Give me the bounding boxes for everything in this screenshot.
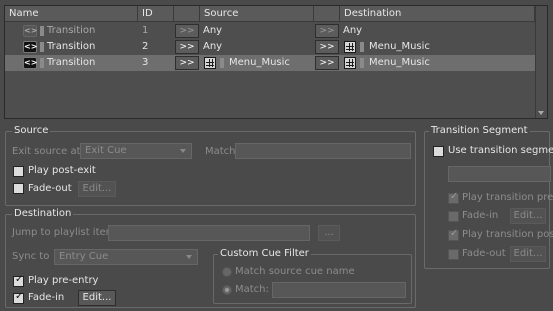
exit-source-label: Exit source at bbox=[12, 146, 81, 157]
transition-icon: <> bbox=[23, 57, 38, 69]
destination-select-button[interactable]: >> bbox=[315, 24, 339, 38]
sync-to-label: Sync to bbox=[12, 251, 50, 262]
music-segment-icon bbox=[344, 41, 356, 53]
jump-to-playlist-label: Jump to playlist item bbox=[12, 227, 116, 238]
row-source: Menu_Music bbox=[229, 57, 290, 68]
destination-group-title: Destination bbox=[12, 208, 74, 220]
scroll-down-icon[interactable] bbox=[538, 111, 544, 115]
row-source: Any bbox=[203, 25, 223, 36]
row-source: Any bbox=[203, 41, 223, 52]
play-transition-pre-entry-checkbox[interactable] bbox=[448, 191, 459, 204]
source-group-title: Source bbox=[12, 125, 51, 137]
row-name: Transition bbox=[47, 57, 96, 68]
fade-out-label: Fade-out bbox=[28, 183, 72, 194]
segment-fade-in-edit-button[interactable]: Edit... bbox=[510, 208, 546, 224]
browse-playlist-button[interactable]: ... bbox=[318, 225, 340, 241]
table-row[interactable]: <> Transition 3 >> Menu_Music >> Menu_Mu… bbox=[5, 55, 535, 71]
destination-select-button[interactable]: >> bbox=[315, 40, 339, 54]
match-label: Match: bbox=[205, 146, 239, 157]
match-source-cue-radio[interactable] bbox=[222, 267, 232, 277]
row-destination: Menu_Music bbox=[369, 57, 430, 68]
match-custom-radio[interactable] bbox=[222, 285, 232, 295]
table-row[interactable]: <> Transition 2 >> Any >> Menu_Music bbox=[5, 39, 535, 55]
fade-out-edit-button[interactable]: Edit... bbox=[78, 181, 116, 197]
column-header-source-arrow[interactable] bbox=[174, 6, 200, 22]
play-post-exit-checkbox[interactable] bbox=[13, 166, 24, 177]
transition-segment-group: Transition Segment Use transition segmen… bbox=[424, 125, 553, 269]
sync-to-select[interactable]: Entry Cue bbox=[54, 249, 198, 265]
vertical-scrollbar[interactable] bbox=[535, 6, 547, 118]
segment-fade-in-checkbox[interactable] bbox=[448, 211, 459, 222]
row-name: Transition bbox=[47, 41, 96, 52]
source-select-button[interactable]: >> bbox=[175, 24, 199, 38]
custom-match-label: Match: bbox=[235, 284, 269, 295]
custom-cue-filter-title: Custom Cue Filter bbox=[218, 248, 311, 260]
music-segment-icon bbox=[344, 57, 356, 69]
row-id: 2 bbox=[142, 41, 149, 52]
play-post-exit-label: Play post-exit bbox=[28, 165, 96, 176]
fade-in-edit-button[interactable]: Edit... bbox=[78, 290, 116, 306]
use-transition-segment-checkbox[interactable] bbox=[433, 146, 444, 157]
play-transition-post-exit-label: Play transition post-ex bbox=[462, 229, 553, 240]
segment-fade-in-label: Fade-in bbox=[462, 210, 499, 221]
play-transition-post-exit-checkbox[interactable] bbox=[448, 228, 459, 241]
color-flag-icon bbox=[40, 42, 44, 52]
row-name: Transition bbox=[47, 25, 96, 36]
play-pre-entry-checkbox[interactable] bbox=[13, 274, 24, 287]
destination-group: Destination Jump to playlist item ... Sy… bbox=[5, 208, 416, 308]
music-segment-icon bbox=[204, 57, 216, 69]
transition-segment-title: Transition Segment bbox=[429, 125, 530, 137]
color-flag-icon bbox=[360, 42, 364, 52]
color-flag-icon bbox=[220, 58, 224, 68]
custom-match-input[interactable] bbox=[272, 282, 406, 298]
column-header-id[interactable]: ID bbox=[138, 6, 174, 22]
match-source-cue-label: Match source cue name bbox=[235, 266, 355, 277]
fade-out-checkbox[interactable] bbox=[13, 183, 24, 194]
fade-in-checkbox[interactable] bbox=[13, 291, 24, 304]
transition-icon: <> bbox=[23, 25, 38, 37]
table-row[interactable]: <> Transition 1 >> Any >> Any bbox=[5, 23, 535, 39]
play-transition-pre-entry-label: Play transition pre-en bbox=[462, 192, 553, 203]
exit-source-select[interactable]: Exit Cue bbox=[80, 143, 192, 159]
source-select-button[interactable]: >> bbox=[175, 56, 199, 70]
transition-icon: <> bbox=[23, 41, 38, 53]
transition-segment-input[interactable] bbox=[448, 166, 551, 182]
segment-fade-out-edit-button[interactable]: Edit... bbox=[510, 246, 546, 262]
custom-cue-filter-group: Custom Cue Filter Match source cue name … bbox=[213, 248, 412, 304]
source-select-button[interactable]: >> bbox=[175, 40, 199, 54]
row-id: 1 bbox=[142, 25, 149, 36]
color-flag-icon bbox=[40, 26, 44, 36]
column-header-name[interactable]: Name bbox=[5, 6, 138, 22]
source-match-input[interactable] bbox=[235, 143, 411, 159]
jump-to-playlist-input[interactable] bbox=[108, 225, 310, 241]
segment-fade-out-label: Fade-out bbox=[462, 248, 506, 259]
fade-in-label: Fade-in bbox=[28, 292, 65, 303]
row-id: 3 bbox=[142, 57, 149, 68]
column-header-destination-arrow[interactable] bbox=[314, 6, 340, 22]
column-header-source[interactable]: Source bbox=[200, 6, 314, 22]
row-destination: Any bbox=[343, 25, 363, 36]
use-transition-segment-label: Use transition segment bbox=[448, 145, 553, 156]
segment-fade-out-checkbox[interactable] bbox=[448, 249, 459, 260]
transition-grid[interactable]: Name ID Source Destination <> Transition… bbox=[4, 5, 548, 119]
color-flag-icon bbox=[360, 58, 364, 68]
play-pre-entry-label: Play pre-entry bbox=[28, 275, 99, 286]
destination-select-button[interactable]: >> bbox=[315, 56, 339, 70]
row-destination: Menu_Music bbox=[369, 41, 430, 52]
column-header-destination[interactable]: Destination bbox=[340, 6, 535, 22]
source-group: Source Exit source at Exit Cue Match: Pl… bbox=[5, 125, 416, 206]
color-flag-icon bbox=[40, 58, 44, 68]
